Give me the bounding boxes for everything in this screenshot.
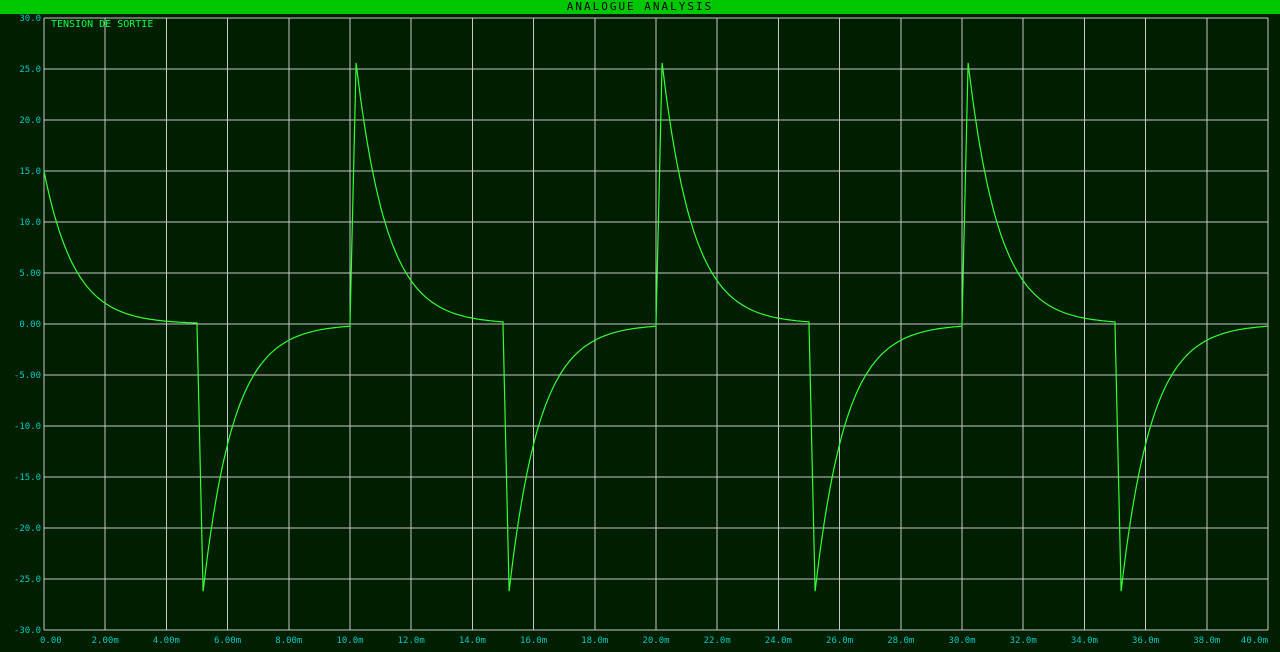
x-tick-label: 26.0m: [826, 636, 853, 646]
x-tick-label: 36.0m: [1132, 636, 1159, 646]
y-tick-label: -30.0: [14, 626, 41, 636]
x-tick-label: 12.0m: [398, 636, 425, 646]
analysis-graph[interactable]: 30.0 25.0 20.0 15.0 10.0 5.00 0.00 -5.00 -10.0 -1…: [0, 0, 1280, 652]
x-tick-label: 0.00: [40, 636, 62, 646]
x-tick-label: 40.0m: [1241, 636, 1268, 646]
plot-background: [0, 14, 1280, 652]
x-tick-label: 24.0m: [765, 636, 792, 646]
x-tick-label: 20.0m: [642, 636, 669, 646]
legend: TENSION DE SORTIE: [51, 19, 153, 30]
x-tick-label: 4.00m: [153, 636, 180, 646]
x-tick-label: 22.0m: [704, 636, 731, 646]
x-tick-label: 32.0m: [1010, 636, 1037, 646]
x-tick-label: 18.0m: [581, 636, 608, 646]
y-tick-label: -5.00: [14, 371, 41, 381]
x-tick-label: 30.0m: [948, 636, 975, 646]
x-tick-label: 6.00m: [214, 636, 241, 646]
y-tick-label: 5.00: [19, 269, 41, 279]
x-tick-label: 38.0m: [1193, 636, 1220, 646]
x-tick-label: 14.0m: [459, 636, 486, 646]
y-tick-label: 15.0: [19, 167, 41, 177]
y-tick-label: 25.0: [19, 65, 41, 75]
x-tick-label: 10.0m: [336, 636, 363, 646]
y-tick-label: 20.0: [19, 116, 41, 126]
x-tick-label: 2.00m: [92, 636, 119, 646]
y-tick-label: 10.0: [19, 218, 41, 228]
y-tick-label: -15.0: [14, 473, 41, 483]
x-tick-label: 28.0m: [887, 636, 914, 646]
x-tick-label: 34.0m: [1071, 636, 1098, 646]
x-tick-label: 8.00m: [275, 636, 302, 646]
trace-label: TENSION DE SORTIE: [51, 19, 153, 30]
y-tick-label: -10.0: [14, 422, 41, 432]
y-tick-label: 30.0: [19, 14, 41, 24]
y-tick-label: 0.00: [19, 320, 41, 330]
x-tick-label: 16.0m: [520, 636, 547, 646]
x-axis-ticks: 0.00 2.00m 4.00m 6.00m 8.00m 10.0m 12.0m 14.0m 1…: [40, 636, 1268, 646]
y-tick-label: -20.0: [14, 524, 41, 534]
y-tick-label: -25.0: [14, 575, 41, 585]
